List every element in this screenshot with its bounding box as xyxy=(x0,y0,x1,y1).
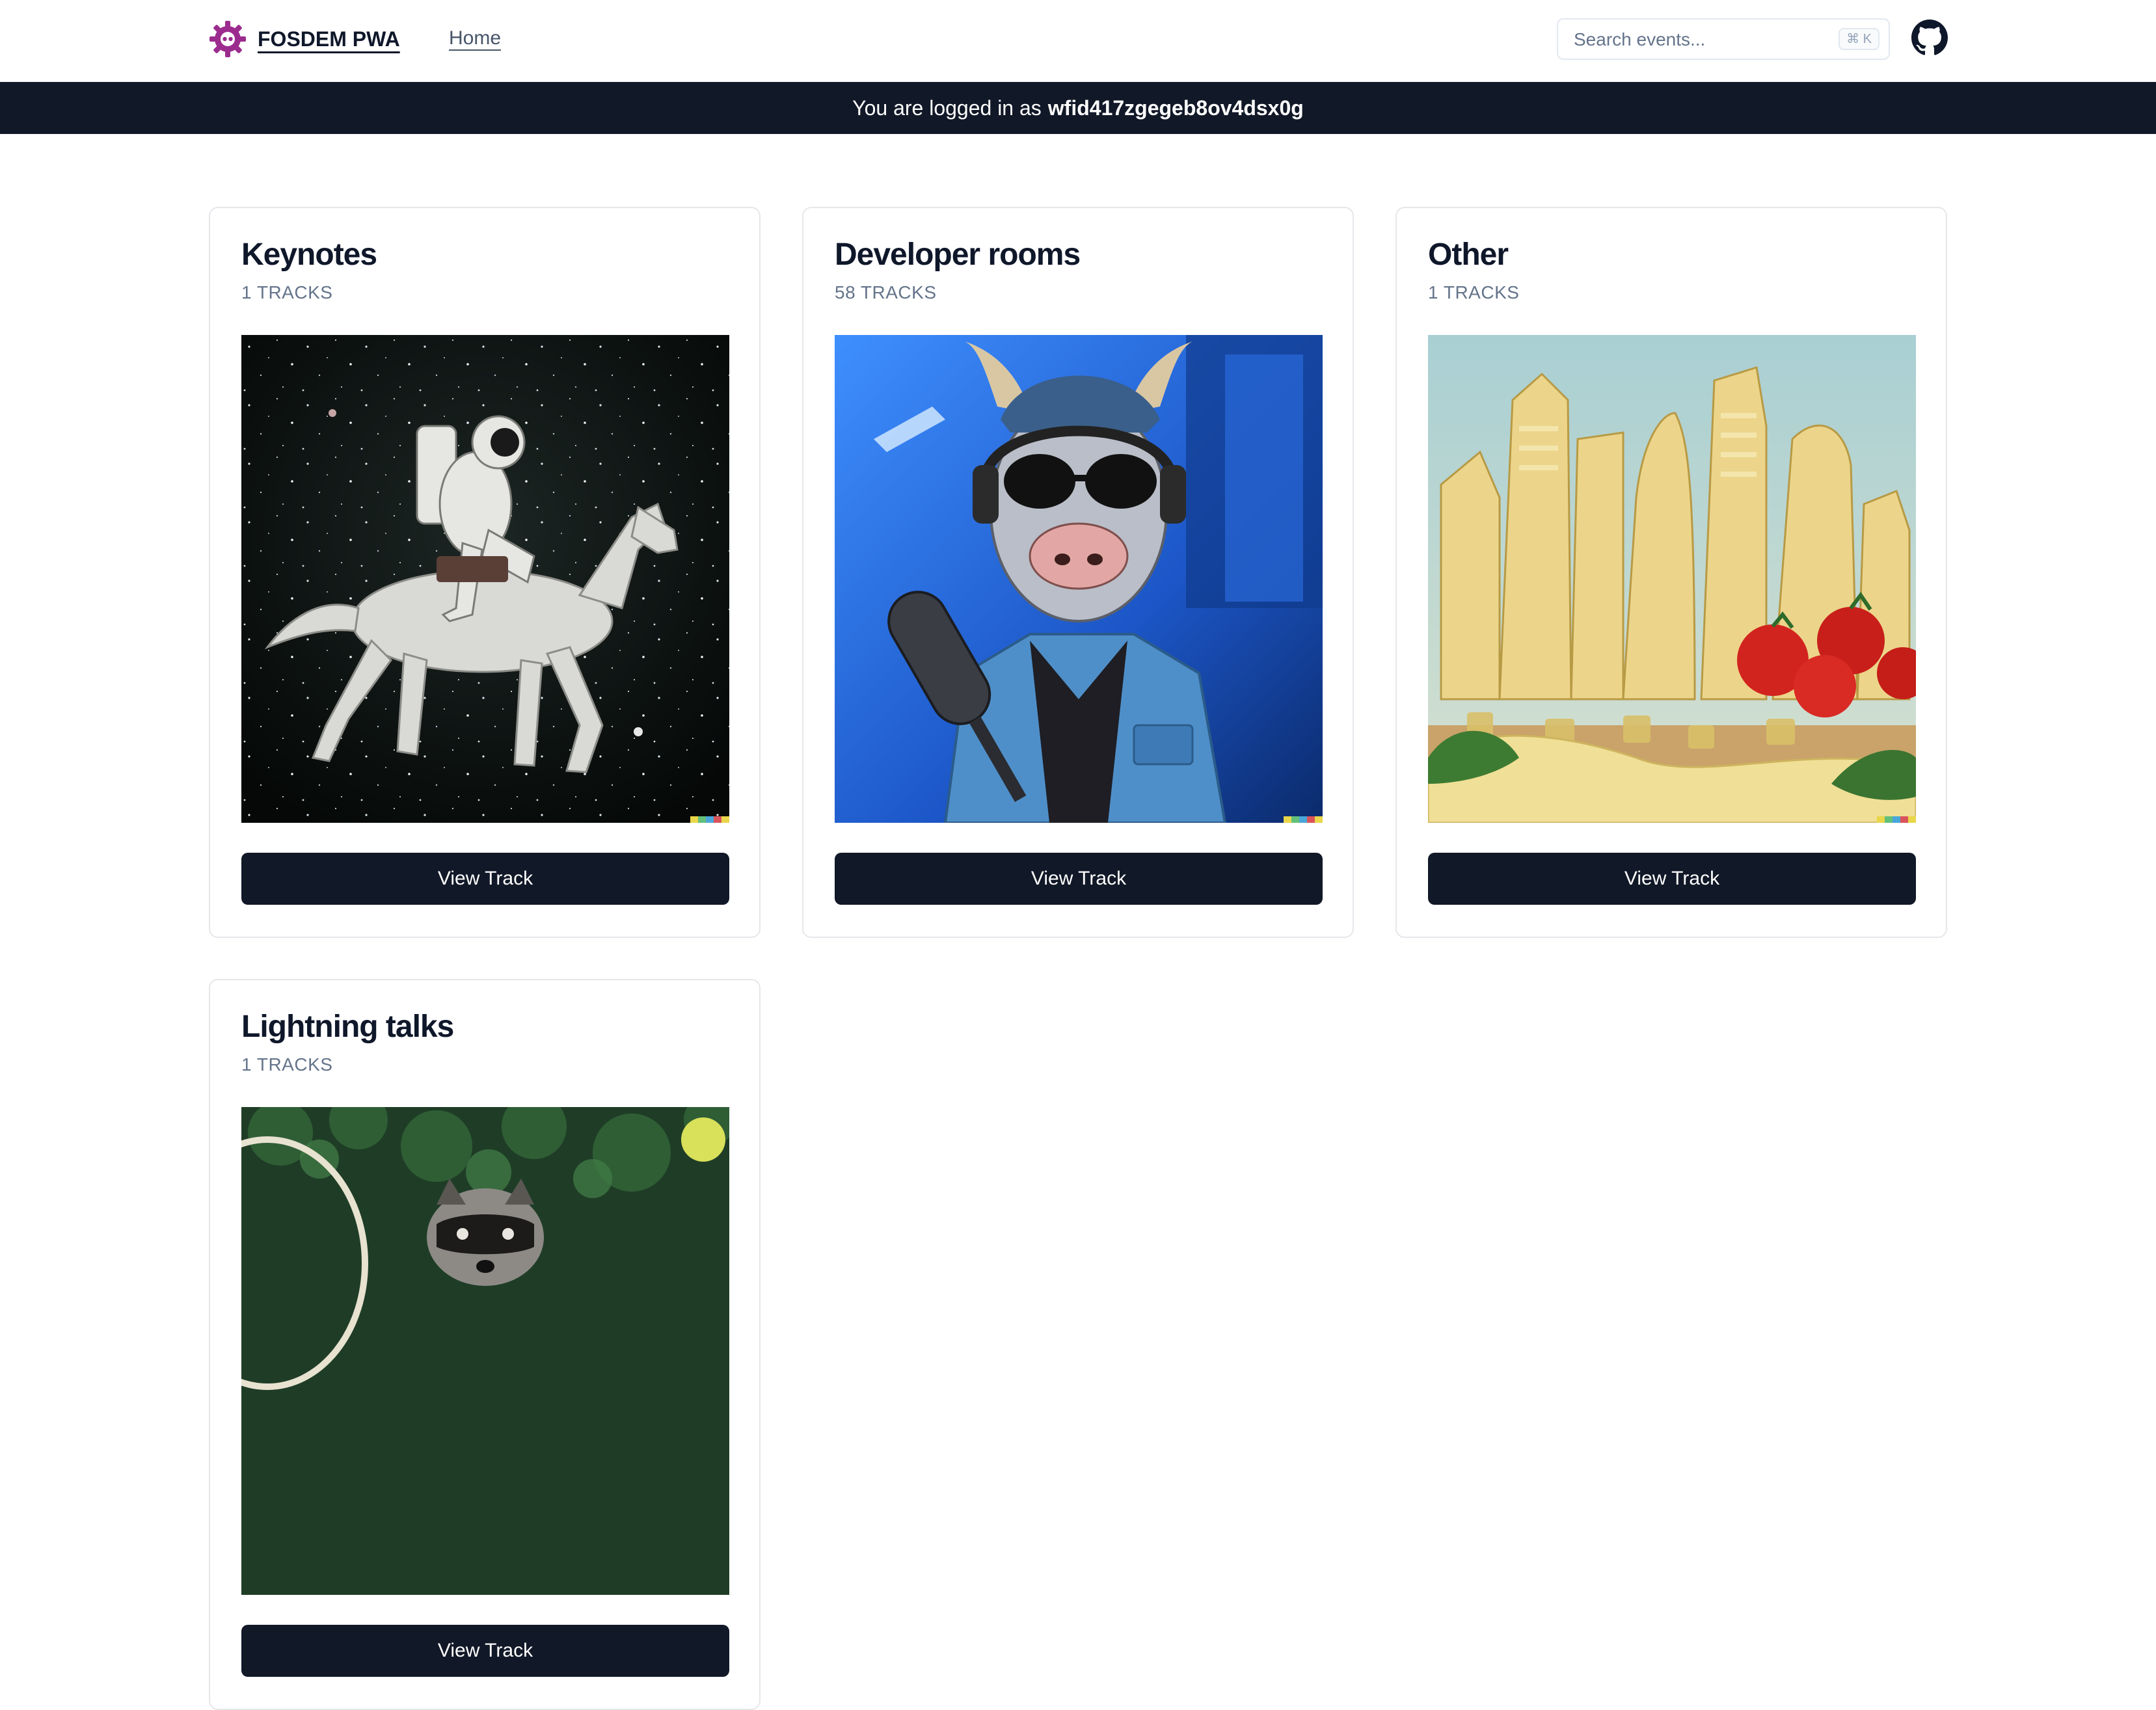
brand-link[interactable]: FOSDEM PWA xyxy=(208,20,400,59)
fosdem-logo-icon xyxy=(209,21,246,57)
login-banner-prefix: You are logged in as xyxy=(852,96,1042,120)
card-title: Other xyxy=(1428,237,1509,272)
view-track-button[interactable]: View Track xyxy=(241,1625,729,1677)
astronaut-on-horse-image xyxy=(241,335,729,823)
card-track-count: 58 TRACKS xyxy=(835,282,937,302)
search-input[interactable] xyxy=(1572,20,1822,60)
search-shortcut-hint: ⌘ K xyxy=(1839,28,1880,50)
track-card-other: Other 1 TRACKS View Track xyxy=(1395,207,1947,938)
card-title: Keynotes xyxy=(241,237,377,272)
top-navbar: FOSDEM PWA Home ⌘ K xyxy=(0,0,2156,82)
track-card-keynotes: Keynotes 1 TRACKS View Track xyxy=(209,207,761,938)
brand-name: FOSDEM PWA xyxy=(258,27,400,51)
card-title: Developer rooms xyxy=(835,237,1081,272)
card-track-count: 1 TRACKS xyxy=(241,1054,333,1075)
login-banner: You are logged in as wfid417zgegeb8ov4ds… xyxy=(0,82,2156,134)
cheese-city-image xyxy=(1428,335,1916,823)
nav-home-link[interactable]: Home xyxy=(449,27,501,49)
card-track-count: 1 TRACKS xyxy=(241,282,333,302)
view-track-button[interactable]: View Track xyxy=(835,853,1323,905)
track-card-lightning-talks: Lightning talks 1 TRACKS View Track xyxy=(209,979,761,1710)
view-track-button[interactable]: View Track xyxy=(1428,853,1916,905)
github-link[interactable] xyxy=(1911,20,1948,56)
github-icon xyxy=(1911,20,1948,55)
search-box[interactable]: ⌘ K xyxy=(1557,18,1890,60)
card-title: Lightning talks xyxy=(241,1009,454,1044)
card-track-count: 1 TRACKS xyxy=(1428,282,1520,302)
login-username: wfid417zgegeb8ov4dsx0g xyxy=(1047,96,1304,120)
track-card-developer-rooms: Developer rooms 58 TRACKS View Track xyxy=(802,207,1354,938)
view-track-button[interactable]: View Track xyxy=(241,853,729,905)
cow-podcaster-image xyxy=(835,335,1323,823)
raccoon-tennis-image xyxy=(241,1107,729,1595)
